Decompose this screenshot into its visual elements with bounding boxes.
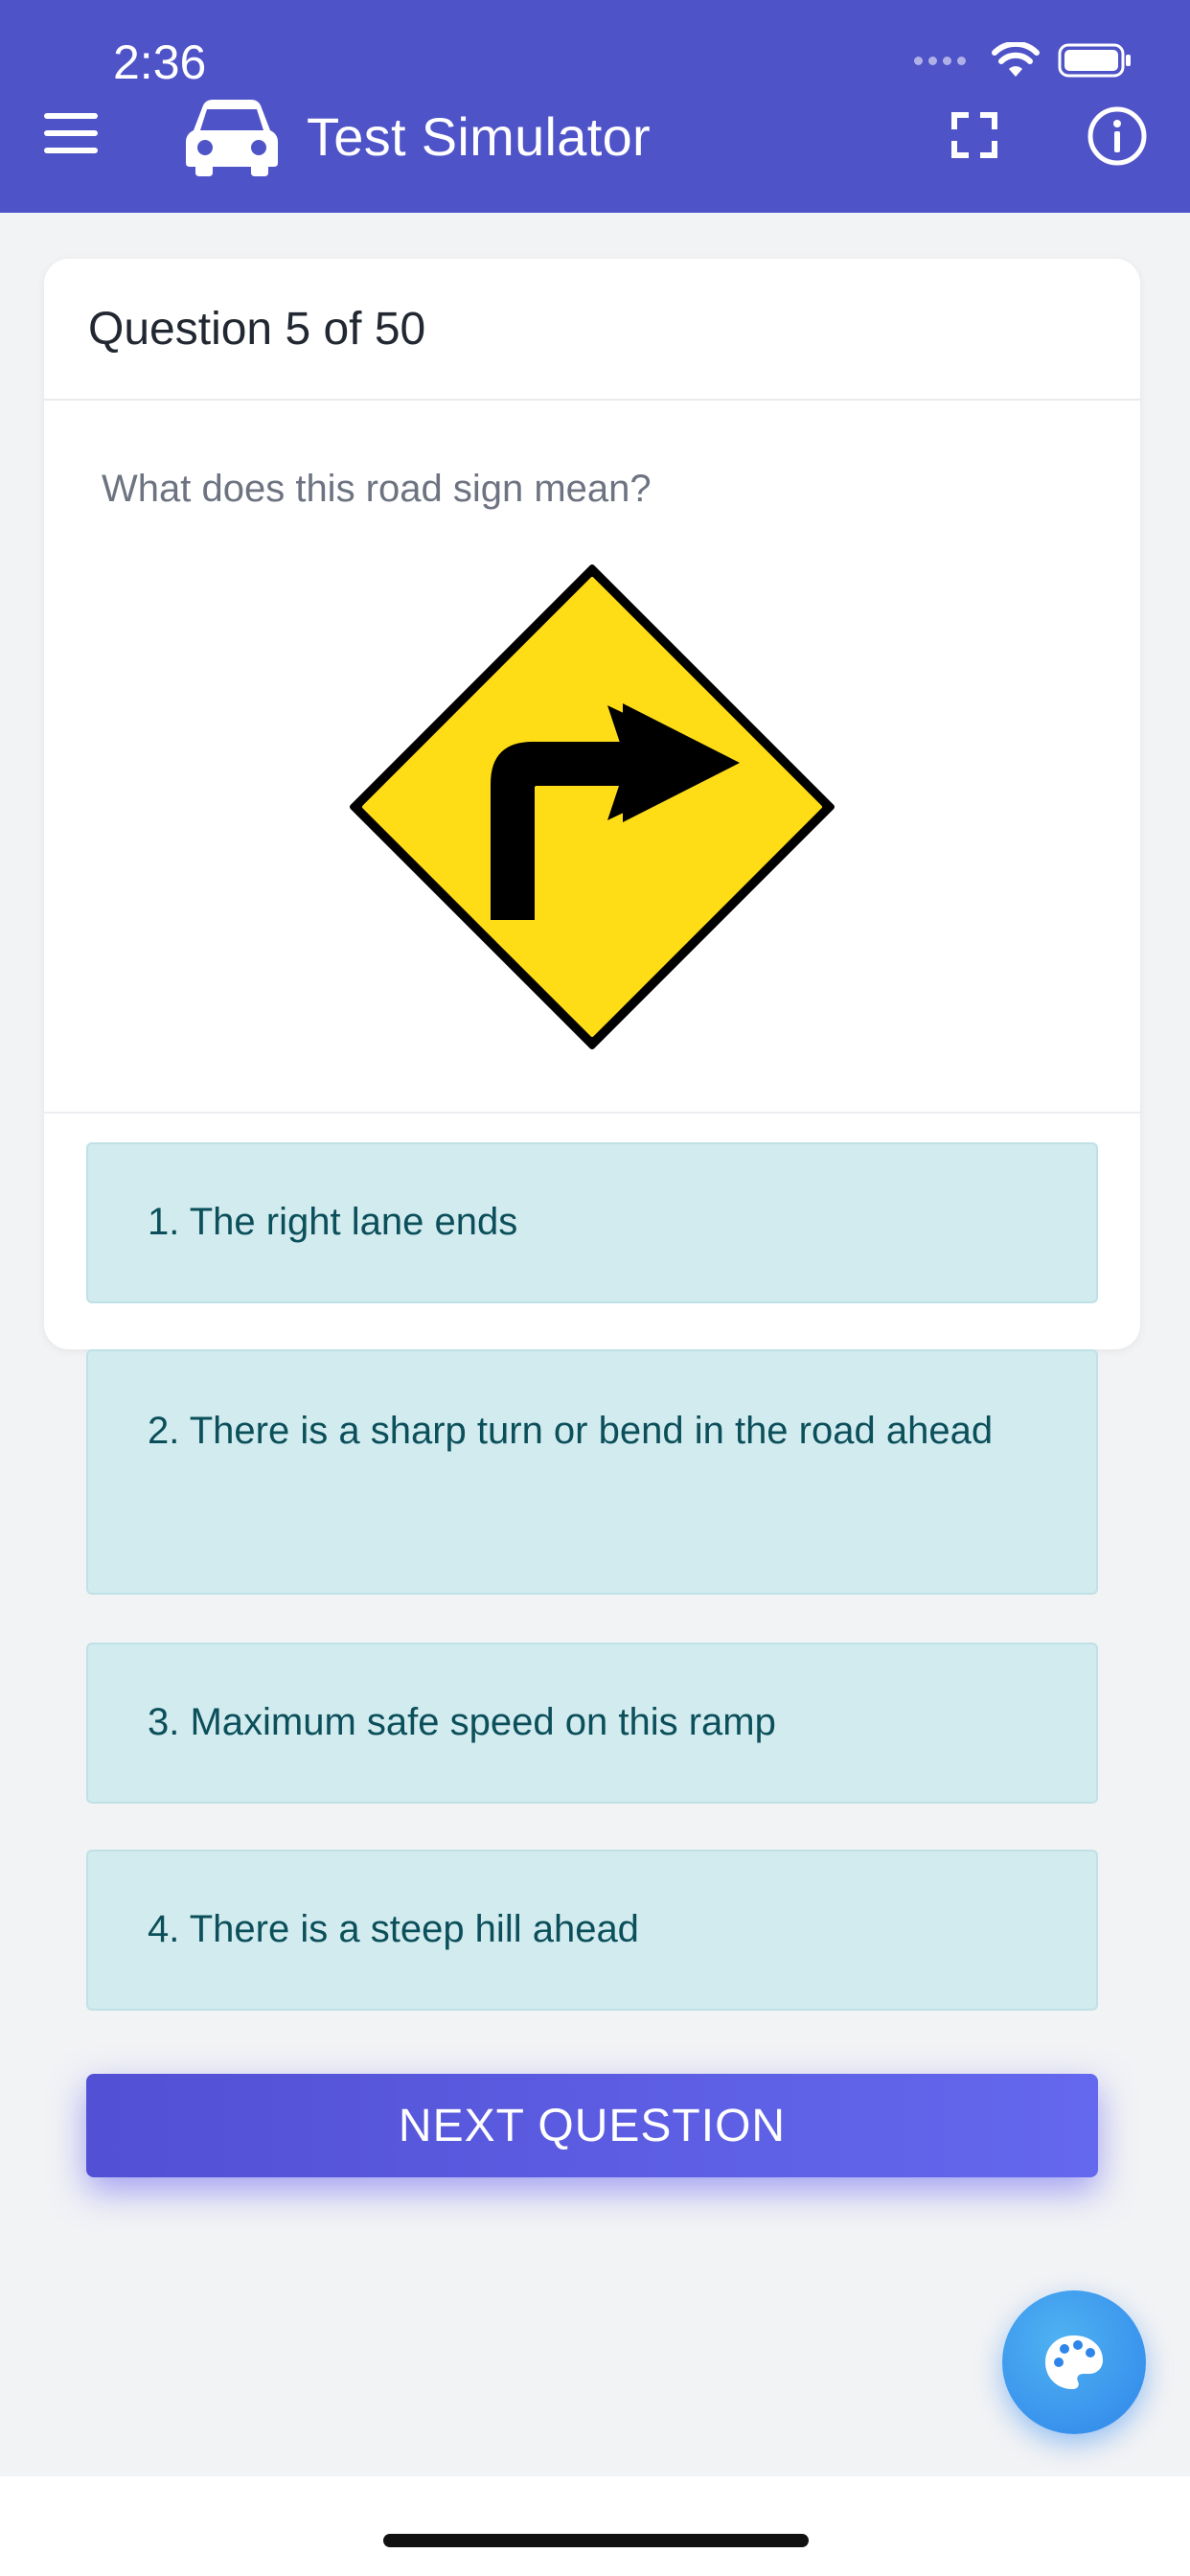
fullscreen-icon[interactable] <box>950 111 998 159</box>
next-question-button[interactable]: NEXT QUESTION <box>86 2074 1098 2177</box>
signal-icon <box>914 56 966 65</box>
battery-icon <box>1058 43 1131 78</box>
home-indicator[interactable] <box>383 2534 809 2547</box>
divider <box>44 1112 1140 1114</box>
status-time: 2:36 <box>113 35 207 89</box>
answer-option-1[interactable]: 1. The right lane ends <box>86 1142 1098 1303</box>
answer-option-3[interactable]: 3. Maximum safe speed on this ramp <box>86 1643 1098 1804</box>
app-bar: 2:36 Test Simulator <box>0 0 1190 213</box>
wifi-icon <box>992 42 1040 77</box>
menu-icon[interactable] <box>44 113 98 155</box>
answer-option-4[interactable]: 4. There is a steep hill ahead <box>86 1850 1098 2011</box>
info-icon[interactable] <box>1087 105 1148 167</box>
palette-icon <box>1045 2335 1103 2389</box>
status-icons <box>914 42 1133 79</box>
bottom-safe-area <box>0 2476 1190 2576</box>
question-counter: Question 5 of 50 <box>44 259 1140 401</box>
app-title: Test Simulator <box>307 106 651 167</box>
theme-fab[interactable] <box>1002 2290 1146 2434</box>
car-icon <box>186 100 278 176</box>
question-text: What does this road sign mean? <box>102 468 652 510</box>
answer-option-2[interactable]: 2. There is a sharp turn or bend in the … <box>86 1349 1098 1595</box>
right-turn-sign-image <box>350 564 835 1049</box>
